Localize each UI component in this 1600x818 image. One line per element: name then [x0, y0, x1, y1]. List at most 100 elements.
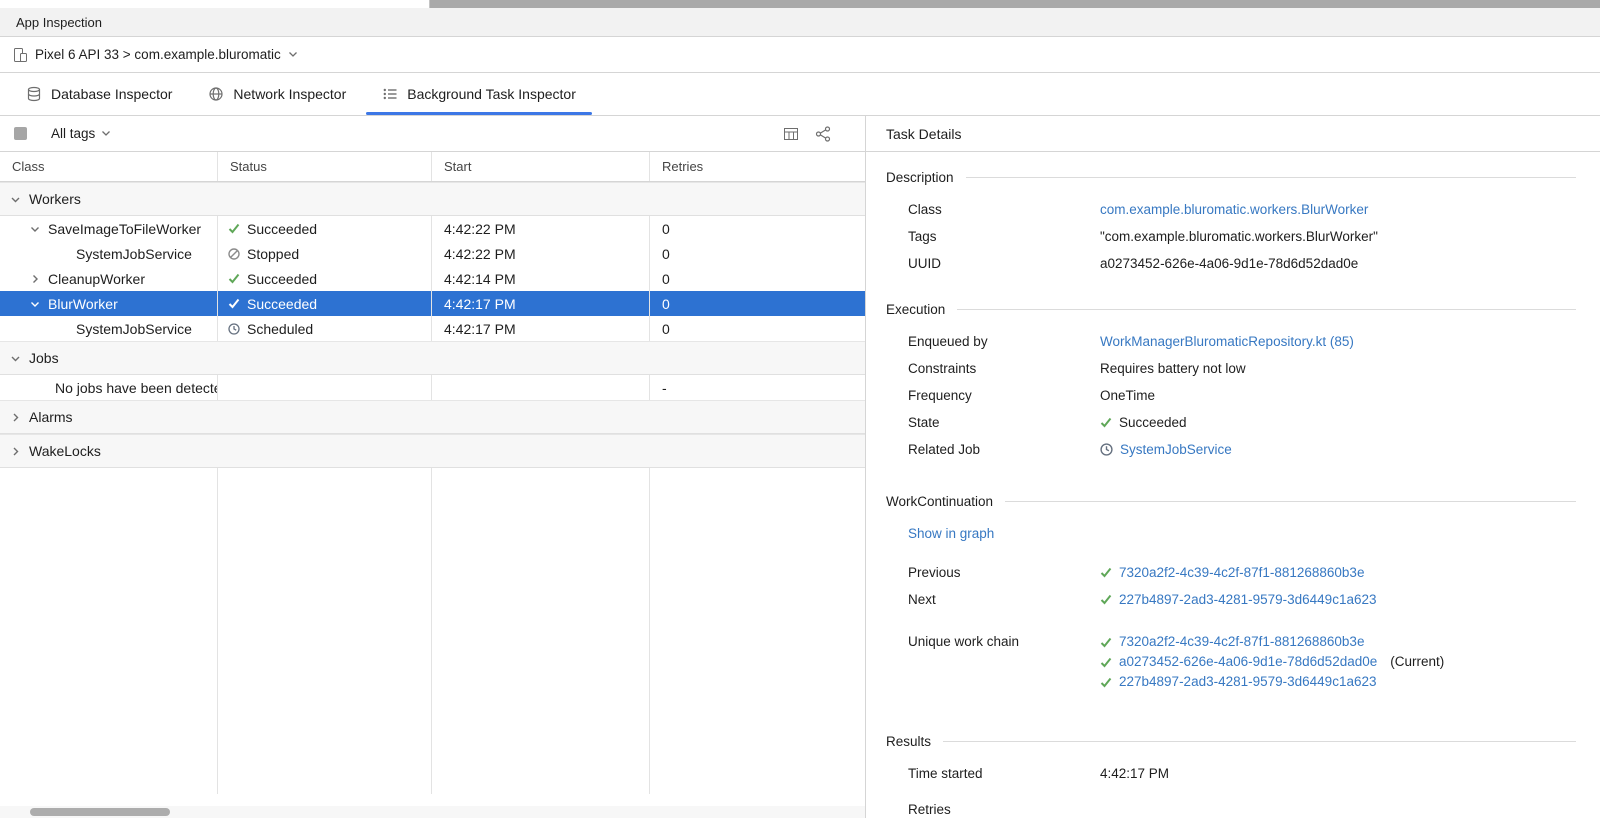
row-start: 4:42:22 PM — [432, 241, 650, 266]
row-status: Stopped — [247, 246, 299, 262]
scrollbar-thumb[interactable] — [30, 808, 170, 816]
chevron-right-icon[interactable] — [30, 274, 40, 284]
row-retries: 0 — [650, 316, 865, 341]
detail-label: Time started — [908, 766, 1100, 781]
tag-filter-label: All tags — [51, 126, 95, 141]
panel-title-bar: App Inspection — [0, 8, 1600, 37]
success-icon — [1100, 657, 1112, 668]
task-details-header: Task Details — [866, 116, 1600, 152]
tab-label: Background Task Inspector — [407, 86, 576, 102]
detail-row-related-job: Related Job SystemJobService — [886, 440, 1576, 458]
detail-row-time-started: Time started 4:42:17 PM — [886, 764, 1576, 782]
success-icon — [228, 298, 240, 309]
inspector-tabs: Database Inspector Network Inspector Bac… — [0, 73, 1600, 116]
group-header-jobs[interactable]: Jobs — [0, 341, 865, 375]
section-work-continuation: WorkContinuation — [886, 492, 1576, 510]
row-start: 4:42:17 PM — [432, 291, 650, 316]
section-rule — [943, 741, 1576, 742]
device-selector-label[interactable]: Pixel 6 API 33 > com.example.bluromatic — [35, 47, 281, 62]
table-view-icon[interactable] — [783, 126, 799, 142]
success-icon — [1100, 637, 1112, 648]
section-heading: WorkContinuation — [886, 494, 993, 509]
table-row[interactable]: SystemJobService Scheduled 4:42:17 PM 0 — [0, 316, 865, 341]
group-header-alarms[interactable]: Alarms — [0, 400, 865, 434]
stopped-icon — [228, 248, 240, 260]
task-list-icon — [382, 86, 398, 102]
column-header-class[interactable]: Class — [0, 152, 218, 181]
success-icon — [228, 223, 240, 234]
device-selector-bar[interactable]: Pixel 6 API 33 > com.example.bluromatic — [0, 37, 1600, 73]
column-header-start[interactable]: Start — [432, 152, 650, 181]
jobs-empty-row: No jobs have been detected - — [0, 375, 865, 400]
previous-work-link[interactable]: 7320a2f2-4c39-4c2f-87f1-881268860b3e — [1119, 565, 1364, 580]
row-status: Succeeded — [247, 271, 317, 287]
table-row[interactable]: CleanupWorker Succeeded 4:42:14 PM 0 — [0, 266, 865, 291]
success-icon — [228, 273, 240, 284]
column-header-status[interactable]: Status — [218, 152, 432, 181]
tab-background-task-inspector[interactable]: Background Task Inspector — [364, 73, 594, 115]
detail-row-next: Next 227b4897-2ad3-4281-9579-3d6449c1a62… — [886, 590, 1576, 608]
row-start: 4:42:17 PM — [432, 316, 650, 341]
row-retries: 0 — [650, 266, 865, 291]
chevron-down-icon[interactable] — [10, 194, 21, 205]
group-label: WakeLocks — [29, 443, 101, 459]
current-marker: (Current) — [1390, 654, 1444, 670]
related-job-link[interactable]: SystemJobService — [1120, 442, 1232, 457]
stop-inspection-icon[interactable] — [14, 127, 27, 140]
table-row-selected[interactable]: BlurWorker Succeeded 4:42:17 PM 0 — [0, 291, 865, 316]
time-started-value: 4:42:17 PM — [1100, 766, 1169, 781]
success-icon — [1100, 677, 1112, 688]
section-heading: Results — [886, 734, 931, 749]
group-header-wakelocks[interactable]: WakeLocks — [0, 434, 865, 468]
graph-view-icon[interactable] — [815, 126, 831, 142]
section-heading: Execution — [886, 302, 945, 317]
group-label: Workers — [29, 191, 81, 207]
detail-label: Previous — [908, 565, 1100, 580]
next-work-link[interactable]: 227b4897-2ad3-4281-9579-3d6449c1a623 — [1119, 592, 1376, 607]
chevron-right-icon[interactable] — [10, 412, 21, 423]
detail-row-constraints: Constraints Requires battery not low — [886, 359, 1576, 377]
section-rule — [966, 177, 1576, 178]
horizontal-scrollbar[interactable] — [0, 806, 865, 818]
chevron-down-icon[interactable] — [30, 224, 40, 234]
detail-row-state: State Succeeded — [886, 413, 1576, 431]
tag-filter-dropdown[interactable]: All tags — [51, 126, 111, 141]
detail-label: Related Job — [908, 442, 1100, 457]
chain-work-link[interactable]: 7320a2f2-4c39-4c2f-87f1-881268860b3e — [1119, 634, 1364, 650]
panel-title: App Inspection — [16, 15, 102, 30]
table-row[interactable]: SystemJobService Stopped 4:42:22 PM 0 — [0, 241, 865, 266]
device-icon — [12, 47, 28, 63]
jobs-empty-message: No jobs have been detected — [0, 375, 218, 400]
class-link[interactable]: com.example.bluromatic.workers.BlurWorke… — [1100, 202, 1368, 217]
chevron-down-icon — [101, 130, 111, 137]
jobs-empty-retries: - — [650, 375, 865, 400]
chain-work-link[interactable]: 227b4897-2ad3-4281-9579-3d6449c1a623 — [1119, 674, 1376, 690]
success-icon — [1100, 594, 1112, 605]
tab-label: Network Inspector — [233, 86, 346, 102]
detail-label: Tags — [908, 229, 1100, 244]
group-label: Alarms — [29, 409, 73, 425]
task-table-panel: All tags Class Status Start — [0, 116, 866, 818]
group-label: Jobs — [29, 350, 59, 366]
app-inspection-panel: App Inspection Pixel 6 API 33 > com.exam… — [0, 0, 1600, 818]
group-header-workers[interactable]: Workers — [0, 182, 865, 216]
column-divider — [649, 182, 650, 794]
section-execution: Execution — [886, 300, 1576, 318]
row-class: CleanupWorker — [48, 271, 145, 287]
row-retries: 0 — [650, 216, 865, 241]
section-description: Description — [886, 168, 1576, 186]
chain-work-link[interactable]: a0273452-626e-4a06-9d1e-78d6d52dad0e — [1119, 654, 1377, 670]
chevron-down-icon[interactable] — [30, 299, 40, 309]
tab-network-inspector[interactable]: Network Inspector — [190, 73, 364, 115]
success-icon — [1100, 417, 1112, 428]
tab-database-inspector[interactable]: Database Inspector — [8, 73, 190, 115]
chevron-down-icon[interactable] — [10, 353, 21, 364]
table-row[interactable]: SaveImageToFileWorker Succeeded 4:42:22 … — [0, 216, 865, 241]
state-value: Succeeded — [1119, 415, 1187, 430]
detail-row-frequency: Frequency OneTime — [886, 386, 1576, 404]
column-header-retries[interactable]: Retries — [650, 152, 865, 181]
chevron-right-icon[interactable] — [10, 446, 21, 457]
chevron-down-icon[interactable] — [288, 51, 298, 58]
show-in-graph-link[interactable]: Show in graph — [908, 526, 994, 541]
enqueued-by-link[interactable]: WorkManagerBluromaticRepository.kt (85) — [1100, 334, 1354, 349]
